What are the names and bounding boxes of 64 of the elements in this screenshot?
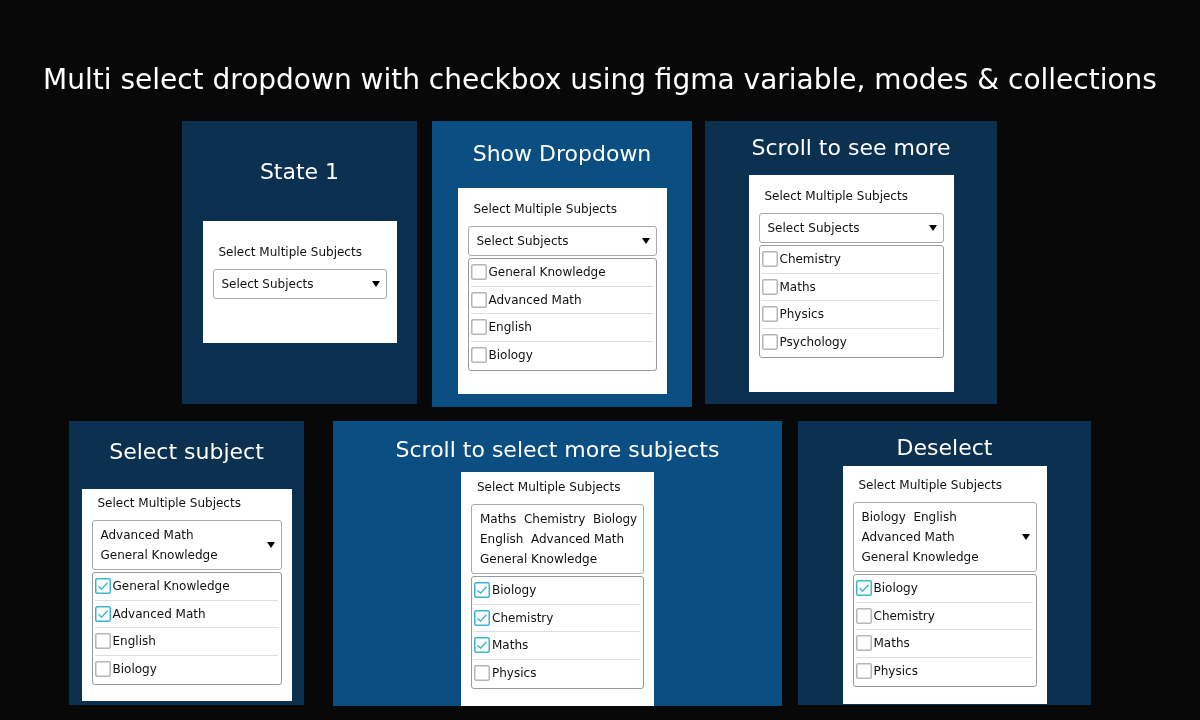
field-label: Select Multiple Subjects — [96, 495, 242, 512]
select-field[interactable]: Select Subjects — [467, 226, 657, 256]
panel-title: Select subject — [109, 438, 264, 466]
field-label: Select Multiple Subjects — [472, 201, 618, 218]
option-item[interactable]: Chemistry — [761, 246, 940, 274]
panel-title: State 1 — [259, 158, 340, 186]
checkbox[interactable] — [470, 264, 487, 281]
option-item[interactable]: Advanced Math — [94, 600, 278, 628]
field-label: Select Multiple Subjects — [763, 188, 909, 205]
option-item[interactable]: Chemistry — [855, 602, 1033, 630]
field-label: Select Multiple Subjects — [217, 244, 363, 261]
checkbox[interactable] — [761, 333, 778, 350]
option-item[interactable]: General Knowledge — [470, 259, 653, 287]
checkbox[interactable] — [761, 251, 778, 268]
option-item[interactable]: General Knowledge — [94, 573, 278, 601]
checkbox[interactable] — [470, 291, 487, 308]
checkbox[interactable] — [474, 582, 490, 599]
option-item[interactable]: Maths — [855, 630, 1033, 658]
checkbox[interactable] — [474, 609, 490, 626]
option-item[interactable]: English — [94, 628, 278, 656]
checkbox[interactable] — [855, 662, 872, 679]
checkbox[interactable] — [94, 578, 111, 595]
option-item[interactable]: Chemistry — [474, 604, 640, 632]
panel-title: Scroll to see more — [751, 134, 951, 162]
select-field[interactable]: Maths Chemistry Biology English Advanced Math General Knowledge — [471, 504, 644, 574]
select-field[interactable]: Select Subjects — [212, 269, 387, 299]
option-item[interactable]: Biology — [855, 575, 1033, 603]
checkbox[interactable] — [855, 607, 872, 624]
panel-title: Show Dropdown — [472, 140, 652, 168]
checkbox[interactable] — [94, 660, 111, 677]
select-field[interactable]: Select Subjects — [758, 213, 944, 243]
option-item[interactable]: Psychology — [761, 328, 940, 355]
caret-icon — [928, 225, 937, 231]
checkbox[interactable] — [94, 633, 111, 650]
option-item[interactable]: Maths — [474, 632, 640, 660]
field-label: Select Multiple Subjects — [857, 477, 1003, 494]
field-label: Select Multiple Subjects — [476, 479, 622, 496]
checkbox[interactable] — [474, 664, 490, 681]
checkbox[interactable] — [855, 635, 872, 652]
checkbox[interactable] — [855, 580, 872, 597]
panel-title: Scroll to select more subjects — [395, 436, 720, 464]
option-item[interactable]: English — [470, 314, 653, 342]
option-item[interactable]: Advanced Math — [470, 286, 653, 314]
checkbox[interactable] — [470, 346, 487, 363]
option-item[interactable]: Biology — [94, 655, 278, 682]
option-item[interactable]: Physics — [474, 659, 640, 686]
checkbox[interactable] — [94, 605, 111, 622]
caret-icon — [641, 238, 650, 244]
select-field[interactable]: Advanced Math General Knowledge — [91, 520, 282, 570]
checkbox[interactable] — [474, 637, 490, 654]
checkbox[interactable] — [761, 278, 778, 295]
page-heading: Multi select dropdown with checkbox using figma variable, modes & collections — [42, 62, 1158, 98]
checkbox[interactable] — [761, 306, 778, 323]
option-item[interactable]: Biology — [474, 577, 640, 605]
option-item[interactable]: Biology — [470, 341, 653, 368]
caret-icon — [1021, 534, 1030, 540]
checkbox[interactable] — [470, 319, 487, 336]
option-item[interactable]: Physics — [855, 657, 1033, 684]
option-item[interactable]: Maths — [761, 273, 940, 301]
option-item[interactable]: Physics — [761, 301, 940, 329]
select-field[interactable]: Biology English Advanced Math General Knowledge — [852, 502, 1037, 572]
panel-title: Deselect — [896, 434, 993, 462]
caret-icon — [371, 281, 380, 287]
caret-icon — [266, 542, 275, 548]
